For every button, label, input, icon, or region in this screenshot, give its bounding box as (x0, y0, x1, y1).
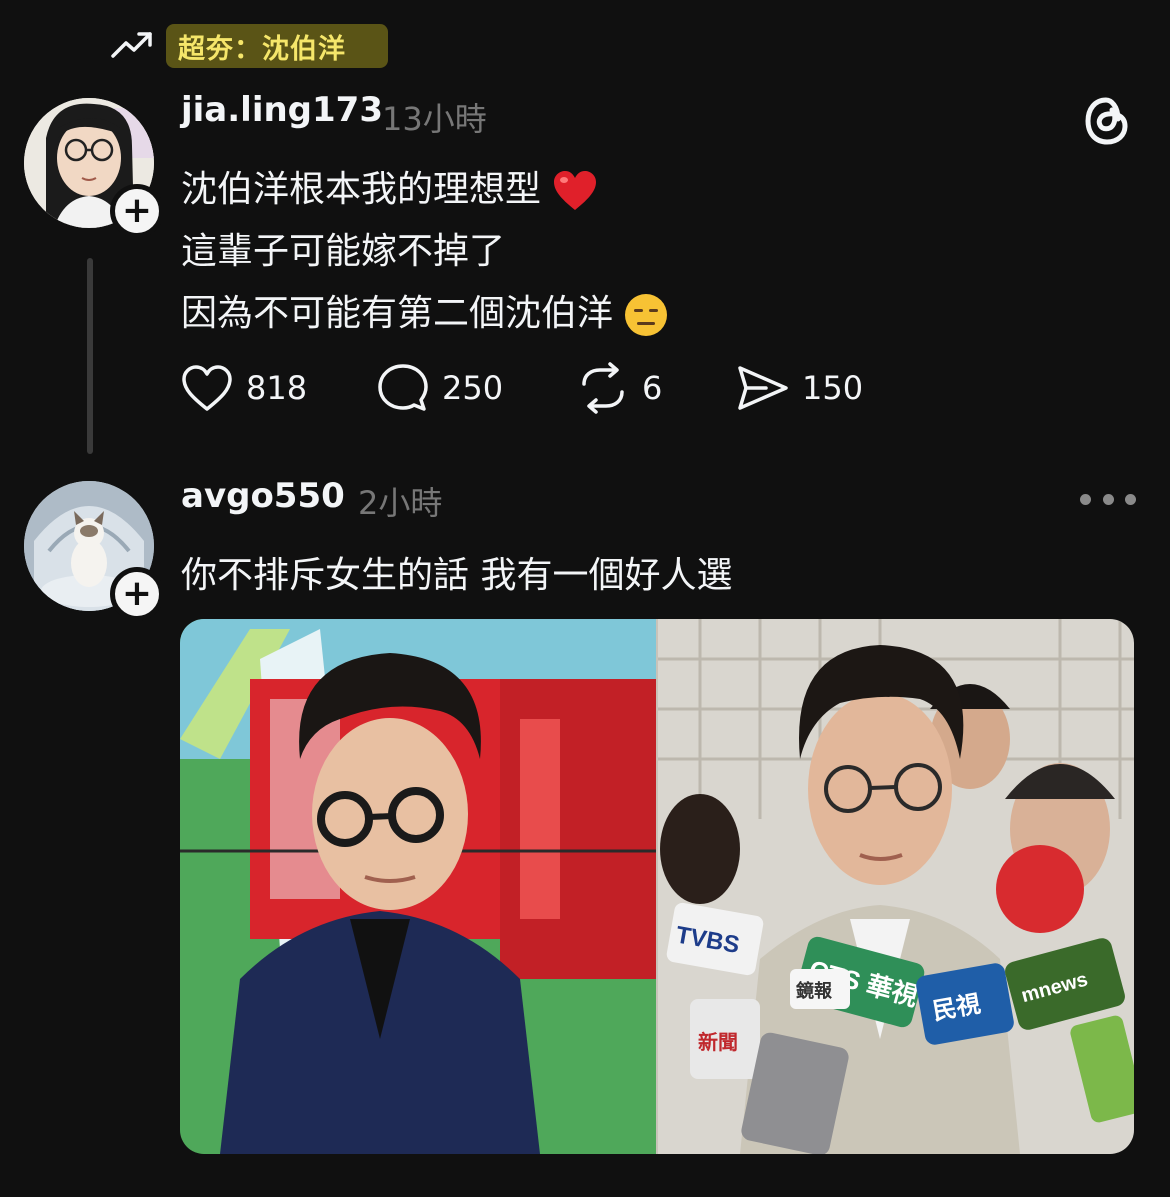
expressionless-face-emoji (625, 294, 668, 336)
post-username[interactable]: jia.ling173 (181, 90, 383, 130)
svg-text:鏡報: 鏡報 (796, 980, 833, 1001)
like-button[interactable]: 818 (180, 360, 307, 416)
post-timestamp: 13小時 (382, 100, 487, 138)
reply-button[interactable]: 250 (376, 360, 503, 416)
follow-button[interactable]: + (110, 184, 164, 238)
composite-photo: CTS 華視 民視 mnews TVBS 新聞 鏡報 (180, 619, 1134, 1154)
reply-timestamp: 2小時 (358, 484, 443, 522)
reply-count: 250 (442, 369, 504, 407)
share-button[interactable]: 150 (736, 360, 863, 416)
trending-topic-chip[interactable]: 超夯：沈伯洋 (166, 24, 388, 68)
threads-logo-icon[interactable] (1078, 92, 1136, 150)
post-text: 沈伯洋根本我的理想型 (181, 169, 542, 210)
svg-text:新聞: 新聞 (698, 1030, 738, 1054)
repost-icon (582, 362, 624, 414)
follow-button[interactable]: + (110, 567, 164, 621)
comment-icon (378, 364, 428, 411)
post-text-line-3: 因為不可能有第二個沈伯洋 (181, 284, 668, 337)
reply-username[interactable]: avgo550 (181, 476, 345, 516)
reply-text: 你不排斥女生的話 我有一個好人選 (181, 555, 733, 596)
post-text-line-2: 這輩子可能嫁不掉了 (181, 231, 506, 272)
thread-connector-line (87, 258, 93, 454)
repost-count: 6 (642, 369, 663, 407)
post-text: 因為不可能有第二個沈伯洋 (181, 293, 614, 334)
more-dot-icon (1102, 493, 1114, 505)
like-count: 818 (246, 369, 308, 407)
share-count: 150 (802, 369, 864, 407)
heart-icon (182, 365, 232, 411)
more-dot-icon (1125, 493, 1136, 505)
repost-button[interactable]: 6 (576, 360, 662, 416)
reply-media-image[interactable]: CTS 華視 民視 mnews TVBS 新聞 鏡報 (180, 619, 1134, 1154)
post-text-line-1: 沈伯洋根本我的理想型 (181, 160, 598, 212)
trending-up-icon (111, 32, 152, 58)
more-options-button[interactable] (1080, 484, 1136, 514)
send-icon (738, 366, 788, 410)
red-heart-emoji (554, 171, 597, 210)
more-dot-icon (1080, 493, 1091, 505)
